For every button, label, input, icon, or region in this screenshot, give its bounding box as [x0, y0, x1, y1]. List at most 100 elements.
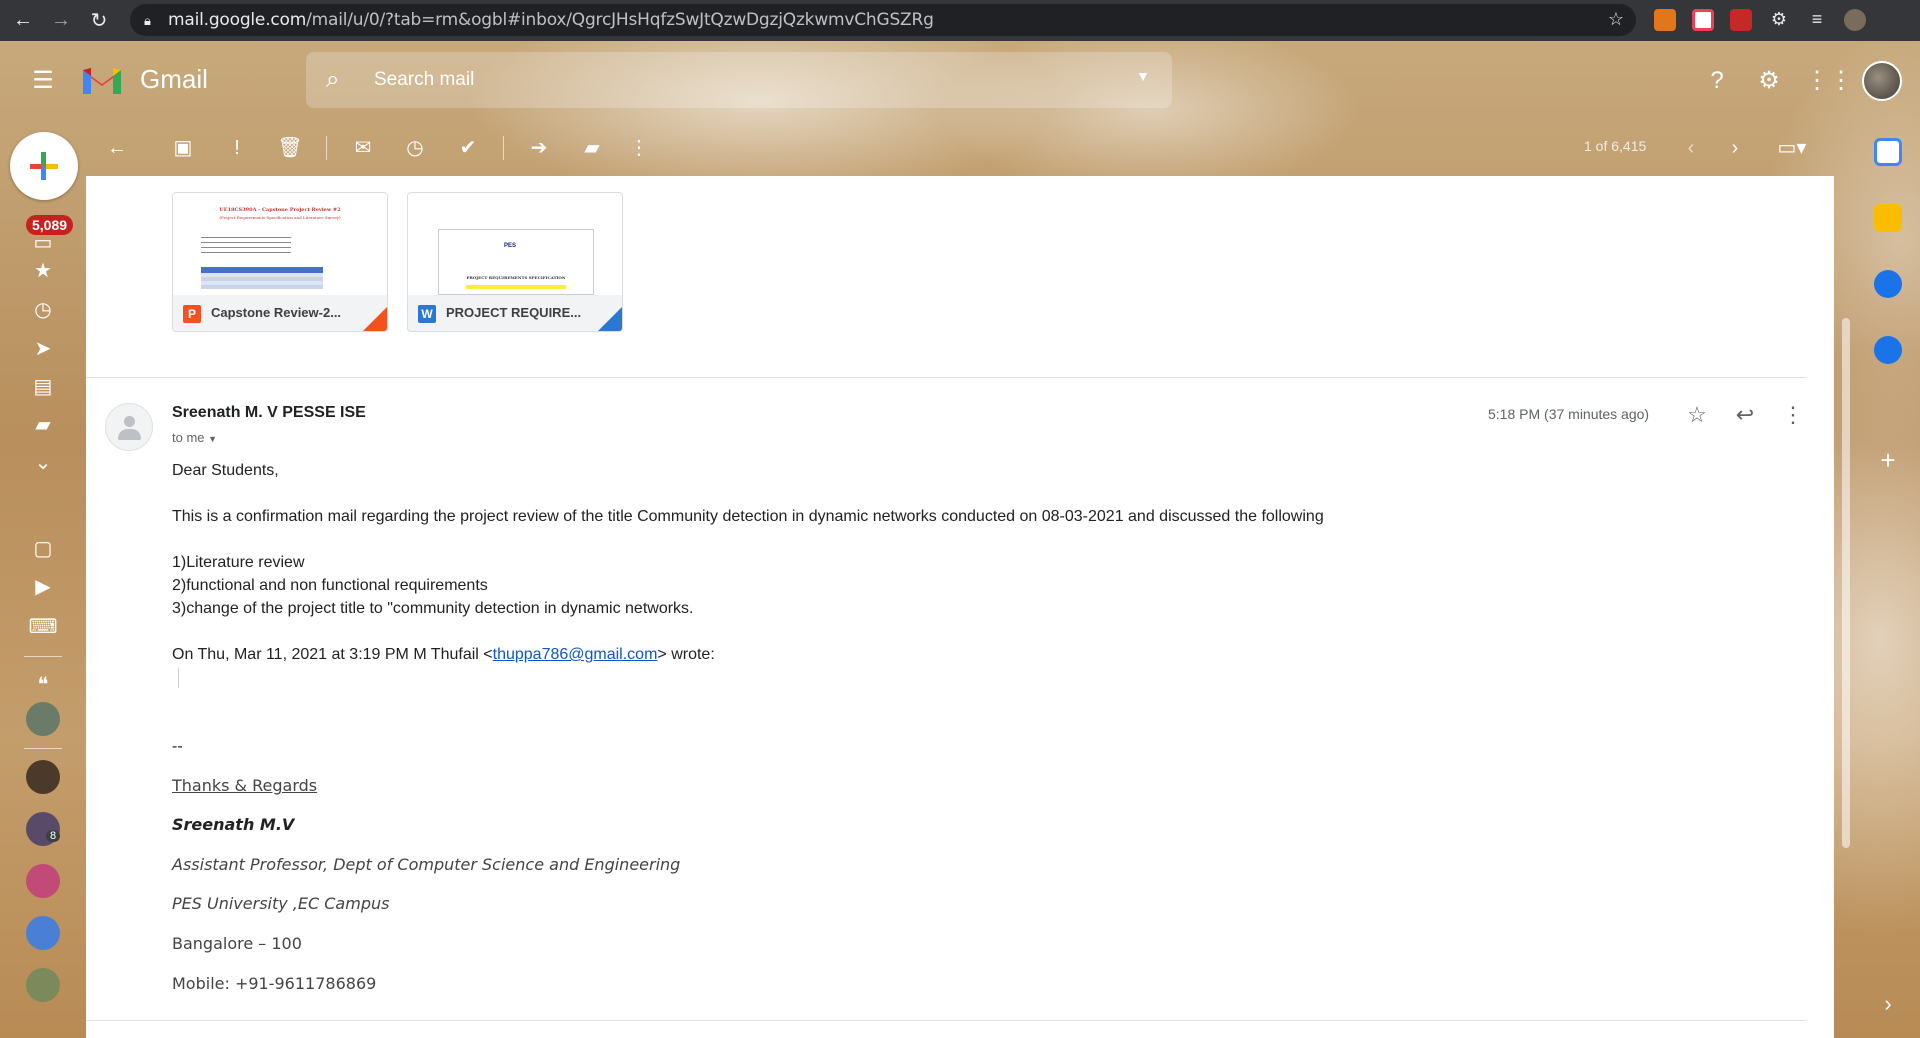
- powerpoint-file-icon: P: [183, 305, 201, 323]
- help-icon[interactable]: ?: [1700, 64, 1734, 98]
- signature-name: Sreenath M.V: [172, 815, 295, 834]
- add-to-tasks-icon[interactable]: ✔: [453, 133, 483, 163]
- scrollbar[interactable]: [1842, 318, 1850, 848]
- snooze-icon[interactable]: ◷: [400, 133, 430, 163]
- account-avatar[interactable]: [1862, 61, 1902, 101]
- attachment-capstone-review[interactable]: UE18CS390A - Capstone Project Review #2 …: [172, 192, 388, 332]
- move-to-icon[interactable]: ➔: [524, 133, 554, 163]
- contact-avatar[interactable]: [26, 760, 60, 794]
- pes-logo: PES: [504, 243, 517, 249]
- mark-unread-icon[interactable]: ✉: [348, 133, 378, 163]
- extension-fox-icon[interactable]: [1654, 9, 1676, 31]
- older-chevron-icon[interactable]: ›: [1720, 133, 1750, 163]
- labels-icon[interactable]: ▰: [577, 133, 607, 163]
- gmail-logo-icon: [83, 68, 121, 94]
- signature-title: Assistant Professor, Dept of Computer Sc…: [172, 855, 681, 874]
- bookmark-star-icon[interactable]: ☆: [1608, 9, 1624, 30]
- toolbar-divider: [503, 136, 504, 160]
- hangouts-icon[interactable]: ❝: [28, 672, 58, 698]
- search-bar[interactable]: ⌕ Search mail ▼: [306, 52, 1172, 108]
- more-chevron-icon[interactable]: ⌄: [28, 450, 58, 476]
- list-item: 1)Literature review: [172, 554, 305, 571]
- address-bar[interactable]: 🔒︎ mail.google.com/mail/u/0/?tab=rm&ogbl…: [130, 4, 1636, 36]
- attachment-name: Capstone Review-2...: [211, 305, 342, 320]
- quoted-text-line: [178, 668, 179, 688]
- signature-mobile: Mobile: +91-9611786869: [172, 974, 377, 993]
- extension-red-icon[interactable]: [1730, 9, 1752, 31]
- keep-icon[interactable]: [1874, 204, 1902, 232]
- attachment-name: PROJECT REQUIRE...: [446, 305, 582, 320]
- pagination-text: 1 of 6,415: [1584, 138, 1647, 154]
- meet-video-icon[interactable]: ▶: [28, 574, 58, 600]
- extension-pocket-icon[interactable]: [1692, 9, 1714, 31]
- back-to-inbox-icon[interactable]: ←: [102, 133, 132, 163]
- search-icon[interactable]: ⌕: [326, 66, 339, 94]
- message-divider: [86, 377, 1806, 378]
- main-menu-icon[interactable]: ☰: [26, 64, 60, 98]
- list-item: 2)functional and non functional requirem…: [172, 577, 488, 594]
- search-input[interactable]: Search mail: [374, 69, 474, 91]
- more-options-icon[interactable]: ⋮: [624, 133, 654, 163]
- get-addons-icon[interactable]: +: [1874, 446, 1902, 474]
- signature-university: PES University ,EC Campus: [172, 894, 390, 913]
- archive-icon[interactable]: ▣: [168, 133, 198, 163]
- rail-divider: [24, 748, 62, 749]
- extensions-puzzle-icon[interactable]: ⚙: [1768, 9, 1790, 31]
- drafts-icon[interactable]: ▤: [28, 374, 58, 400]
- forward-arrow-icon[interactable]: →: [46, 6, 76, 36]
- settings-gear-icon[interactable]: ⚙: [1752, 64, 1786, 98]
- tasks-icon[interactable]: [1874, 270, 1902, 298]
- rail-divider: [24, 656, 62, 657]
- report-spam-icon[interactable]: !: [222, 133, 252, 163]
- compose-button[interactable]: [10, 132, 78, 200]
- recipient-details[interactable]: to me ▼: [172, 430, 217, 445]
- back-arrow-icon[interactable]: ←: [8, 6, 38, 36]
- attachment-project-requirements[interactable]: PES PROJECT REQUIREMENTS SPECIFICATION W…: [407, 192, 623, 332]
- message-divider: [86, 1020, 1806, 1021]
- url-text: mail.google.com/mail/u/0/?tab=rm&ogbl#in…: [168, 10, 934, 30]
- sender-avatar[interactable]: [105, 403, 153, 451]
- contacts-icon[interactable]: [1874, 336, 1902, 364]
- toolbar-divider: [326, 136, 327, 160]
- sender-name[interactable]: Sreenath M. V PESSE ISE: [172, 404, 366, 422]
- newer-chevron-icon[interactable]: ‹: [1676, 133, 1706, 163]
- meet-new-icon[interactable]: ▢: [28, 536, 58, 562]
- word-file-icon: W: [418, 305, 436, 323]
- list-item: 3)change of the project title to "commun…: [172, 600, 694, 617]
- reply-icon[interactable]: ↩: [1730, 400, 1760, 430]
- label-icon[interactable]: ▰: [28, 412, 58, 438]
- email-link[interactable]: thuppa786@gmail.com: [493, 646, 658, 663]
- delete-icon[interactable]: 🗑︎: [275, 133, 305, 163]
- keyboard-icon[interactable]: ⌨: [28, 614, 58, 640]
- attachment-preview: UE18CS390A - Capstone Project Review #2 …: [173, 193, 387, 295]
- show-details-caret-icon[interactable]: ▼: [208, 434, 217, 444]
- signature-separator: --: [172, 738, 183, 755]
- contact-avatar[interactable]: [26, 864, 60, 898]
- sent-icon[interactable]: ➤: [28, 336, 58, 362]
- preview-title: UE18CS390A - Capstone Project Review #2: [219, 207, 341, 213]
- quote-header: On Thu, Mar 11, 2021 at 3:19 PM M Thufai…: [172, 646, 715, 663]
- apps-grid-icon[interactable]: ⋮⋮: [1805, 64, 1853, 98]
- input-tools-icon[interactable]: ▭▾: [1772, 133, 1812, 163]
- contact-avatar[interactable]: [26, 968, 60, 1002]
- signature-city: Bangalore – 100: [172, 934, 302, 953]
- contact-avatar[interactable]: [26, 916, 60, 950]
- reload-icon[interactable]: ↻: [84, 6, 114, 36]
- lock-icon: 🔒︎: [144, 13, 151, 28]
- media-queue-icon[interactable]: ≡: [1806, 9, 1828, 31]
- more-actions-icon[interactable]: ⋮: [1778, 400, 1808, 430]
- body-paragraph: This is a confirmation mail regarding th…: [172, 508, 1324, 525]
- calendar-icon[interactable]: [1874, 138, 1902, 166]
- gmail-wordmark[interactable]: Gmail: [140, 64, 208, 95]
- snoozed-clock-icon[interactable]: ◷: [28, 297, 58, 323]
- attachment-corner: [363, 307, 387, 331]
- attachment-preview: PES PROJECT REQUIREMENTS SPECIFICATION: [408, 193, 622, 295]
- hide-side-panel-icon[interactable]: ›: [1874, 990, 1902, 1018]
- starred-icon[interactable]: ★: [28, 258, 58, 284]
- preview-title: PROJECT REQUIREMENTS SPECIFICATION: [466, 275, 566, 280]
- profile-icon[interactable]: [1844, 9, 1866, 31]
- message-timestamp: 5:18 PM (37 minutes ago): [1488, 406, 1650, 422]
- search-options-icon[interactable]: ▼: [1136, 68, 1150, 84]
- contact-avatar[interactable]: [26, 702, 60, 736]
- star-icon[interactable]: ☆: [1682, 400, 1712, 430]
